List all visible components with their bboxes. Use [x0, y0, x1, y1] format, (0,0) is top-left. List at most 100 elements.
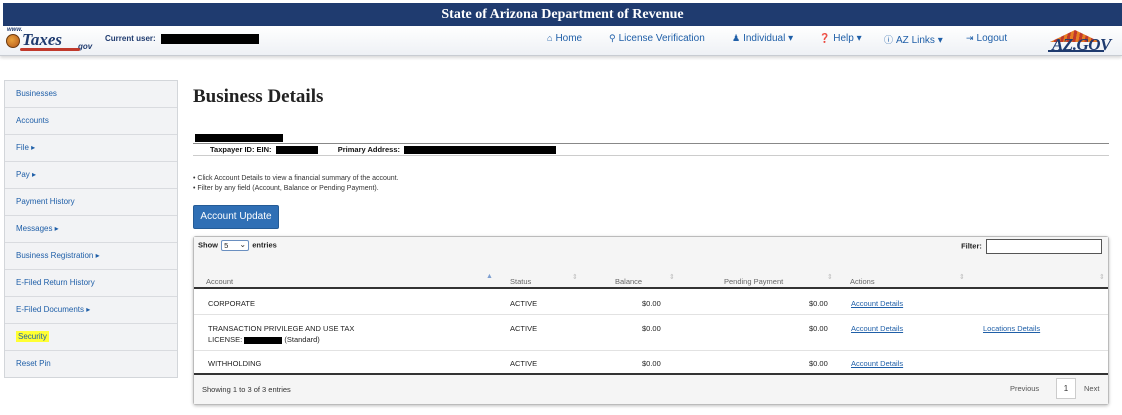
sidebar-item-security[interactable]: Security [5, 324, 177, 351]
nav-links: ⌂ Home ⚲ License Verification ♟ Individual … [545, 26, 1032, 56]
table-row: TRANSACTION PRIVILEGE AND USE TAX LICENS… [194, 316, 1108, 351]
sidebar-item-pay[interactable]: Pay ▸ [5, 162, 177, 189]
column-header-status[interactable]: Status [510, 277, 531, 286]
sidebar-item-file[interactable]: File ▸ [5, 135, 177, 162]
redacted-address [404, 146, 557, 155]
banner-title: State of Arizona Department of Revenue [441, 7, 684, 22]
cell-pending: $0.00 [809, 299, 828, 308]
logo-prefix: www. [7, 27, 23, 33]
column-header-balance[interactable]: Balance [615, 277, 642, 286]
sort-icon[interactable]: ⇕ [827, 273, 833, 281]
account-details-link[interactable]: Account Details [851, 299, 903, 308]
taxpayer-id-label: Taxpayer ID: EIN: [210, 145, 272, 154]
cell-balance: $0.00 [642, 359, 661, 368]
sidebar: Businesses Accounts File ▸ Pay ▸ Payment… [4, 80, 178, 378]
sidebar-item-label: Pay ▸ [16, 170, 37, 179]
redacted-license [244, 336, 283, 344]
redacted-username [160, 34, 259, 44]
help-icon: ❓ [819, 33, 831, 43]
show-label: Show [198, 240, 218, 250]
sidebar-item-label: Business Registration ▸ [16, 251, 100, 260]
seal-icon [6, 34, 20, 48]
azgov-logo[interactable]: AZ.GOV [1042, 28, 1111, 54]
sidebar-item-reset-pin[interactable]: Reset Pin [5, 351, 177, 378]
column-header-account[interactable]: Account [206, 277, 233, 286]
column-header-actions[interactable]: Actions [850, 277, 875, 286]
sidebar-item-label: Accounts [16, 116, 49, 125]
navbar: www. Taxes gov Current user: ⌂ Home ⚲ Lice… [0, 26, 1122, 56]
azgov-underline [1048, 50, 1104, 52]
page-size-select[interactable]: 5 ⌄ [221, 240, 250, 251]
table-row: CORPORATE ACTIVE $0.00 $0.00 Account Det… [194, 291, 1108, 315]
sidebar-item-label: Reset Pin [16, 359, 51, 368]
cell-pending: $0.00 [809, 359, 828, 368]
locations-details-link[interactable]: Locations Details [983, 324, 1040, 333]
sidebar-item-accounts[interactable]: Accounts [5, 108, 177, 135]
search-icon: ⚲ [609, 33, 616, 43]
account-details-link[interactable]: Account Details [851, 359, 903, 368]
filter-input[interactable] [986, 239, 1102, 254]
nav-home-link[interactable]: ⌂ Home [547, 33, 582, 44]
aztaxes-logo[interactable]: www. Taxes gov [6, 27, 98, 52]
next-page-button[interactable]: Next [1084, 384, 1099, 393]
table-footer: Showing 1 to 3 of 3 entries Previous 1 N… [194, 373, 1108, 404]
sidebar-item-payment-history[interactable]: Payment History [5, 189, 177, 216]
nav-azlinks-dropdown[interactable]: ⓘ AZ Links ▾ [884, 33, 943, 46]
accounts-table: Show 5 ⌄ entries Filter: Account ▲ Statu… [193, 236, 1109, 405]
nav-individual-label: Individual ▾ [743, 33, 794, 44]
nav-logout-label: Logout [976, 33, 1008, 44]
logo-swoosh [20, 48, 80, 51]
sidebar-item-businesses[interactable]: Businesses [5, 81, 177, 108]
logo-suffix: gov [78, 42, 93, 51]
instruction-line: • Click Account Details to view a financ… [193, 175, 399, 182]
nav-individual-dropdown[interactable]: ♟ Individual ▾ [732, 33, 793, 44]
cell-status: ACTIVE [510, 359, 538, 368]
home-icon: ⌂ [547, 33, 553, 43]
top-banner: State of Arizona Department of Revenue [3, 3, 1122, 26]
cell-account-license: LICENSE: (Standard) [208, 335, 320, 344]
sidebar-item-label: E-Filed Return History [16, 278, 95, 287]
page-size-control: Show 5 ⌄ entries [198, 240, 277, 251]
sidebar-item-messages[interactable]: Messages ▸ [5, 216, 177, 243]
current-user: Current user: [105, 34, 259, 44]
sort-icon[interactable]: ⇕ [1099, 273, 1105, 281]
showing-entries-text: Showing 1 to 3 of 3 entries [202, 385, 291, 394]
instructions: • Click Account Details to view a financ… [193, 174, 399, 194]
sidebar-item-label: Messages ▸ [16, 224, 59, 233]
sort-icon[interactable]: ⇕ [669, 273, 675, 281]
page-1-button[interactable]: 1 [1056, 378, 1076, 399]
account-update-button[interactable]: Account Update [193, 205, 279, 229]
sidebar-item-business-registration[interactable]: Business Registration ▸ [5, 243, 177, 270]
sidebar-item-label: Businesses [16, 89, 57, 98]
nav-logout-link[interactable]: ⇥ Logout [966, 33, 1007, 44]
cell-account: WITHHOLDING [208, 359, 262, 368]
nav-license-verification-link[interactable]: ⚲ License Verification [609, 33, 705, 44]
azgov-text: AZ.GOV [1052, 35, 1111, 54]
nav-home-label: Home [555, 33, 583, 44]
entries-label: entries [252, 240, 277, 250]
page-title: Business Details [193, 86, 324, 107]
cell-balance: $0.00 [642, 299, 661, 308]
previous-page-button[interactable]: Previous [1010, 384, 1039, 393]
sort-asc-icon[interactable]: ▲ [486, 273, 493, 280]
cell-account: TRANSACTION PRIVILEGE AND USE TAX [208, 324, 355, 333]
pagination: Previous 1 Next [1010, 378, 1104, 400]
cell-status: ACTIVE [510, 299, 538, 308]
redacted-ein [275, 146, 318, 155]
current-user-label: Current user: [105, 34, 156, 44]
taxpayer-info: Taxpayer ID: EIN: Primary Address: [193, 143, 1109, 156]
nav-help-dropdown[interactable]: ❓ Help ▾ [819, 33, 862, 44]
sidebar-item-efiled-documents[interactable]: E-Filed Documents ▸ [5, 297, 177, 324]
filter-control: Filter: [961, 239, 1102, 254]
sidebar-item-label: E-Filed Documents ▸ [16, 305, 91, 314]
filter-label: Filter: [961, 241, 982, 251]
sort-icon[interactable]: ⇕ [572, 273, 578, 281]
license-type: (Standard) [284, 335, 320, 344]
redacted-business-name [195, 132, 283, 142]
table-header: Show 5 ⌄ entries Filter: Account ▲ Statu… [194, 237, 1108, 289]
account-details-link[interactable]: Account Details [851, 324, 903, 333]
sort-icon[interactable]: ⇕ [959, 273, 965, 281]
primary-address-label: Primary Address: [337, 145, 400, 154]
sidebar-item-efiled-return-history[interactable]: E-Filed Return History [5, 270, 177, 297]
column-header-pending-payment[interactable]: Pending Payment [724, 277, 783, 286]
